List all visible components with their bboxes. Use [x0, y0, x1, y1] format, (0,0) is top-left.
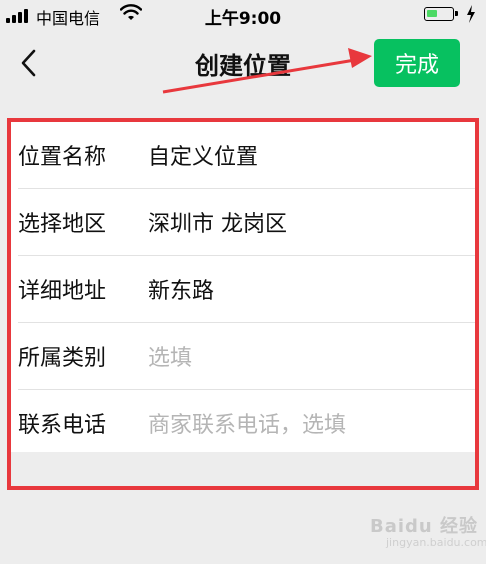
status-time: 上午9:00: [204, 9, 282, 29]
address-row[interactable]: 详细地址: [18, 256, 476, 323]
category-field[interactable]: 选填: [148, 340, 448, 372]
done-button[interactable]: 完成: [374, 39, 460, 87]
location-form: 位置名称 选择地区 深圳市 龙岗区 详细地址 所属类别 选填 联系电话 商家联系…: [10, 122, 476, 456]
form-bottom-gap: [11, 452, 475, 486]
watermark-logo: Baidu 经验: [370, 516, 479, 537]
location-name-row[interactable]: 位置名称: [18, 122, 476, 189]
region-value[interactable]: 深圳市 龙岗区: [148, 206, 448, 238]
address-label: 详细地址: [18, 279, 107, 304]
battery-fill: [427, 10, 437, 17]
location-name-input[interactable]: [148, 142, 448, 168]
phone-field[interactable]: 商家联系电话，选填: [148, 407, 448, 439]
category-row[interactable]: 所属类别 选填: [18, 323, 476, 390]
category-label: 所属类别: [18, 346, 107, 371]
region-row[interactable]: 选择地区 深圳市 龙岗区: [18, 189, 476, 256]
charging-icon: [467, 5, 475, 23]
status-bar: 中国电信 上午9:00: [0, 0, 486, 30]
region-label: 选择地区: [18, 212, 107, 237]
navigation-bar: 创建位置 完成: [0, 30, 486, 96]
watermark-url: jingyan.baidu.com: [386, 536, 486, 549]
phone-label: 联系电话: [18, 413, 107, 438]
phone-row[interactable]: 联系电话 商家联系电话，选填: [18, 390, 476, 456]
battery-icon: [424, 7, 458, 21]
location-name-label: 位置名称: [18, 145, 107, 170]
address-input[interactable]: [148, 276, 448, 302]
